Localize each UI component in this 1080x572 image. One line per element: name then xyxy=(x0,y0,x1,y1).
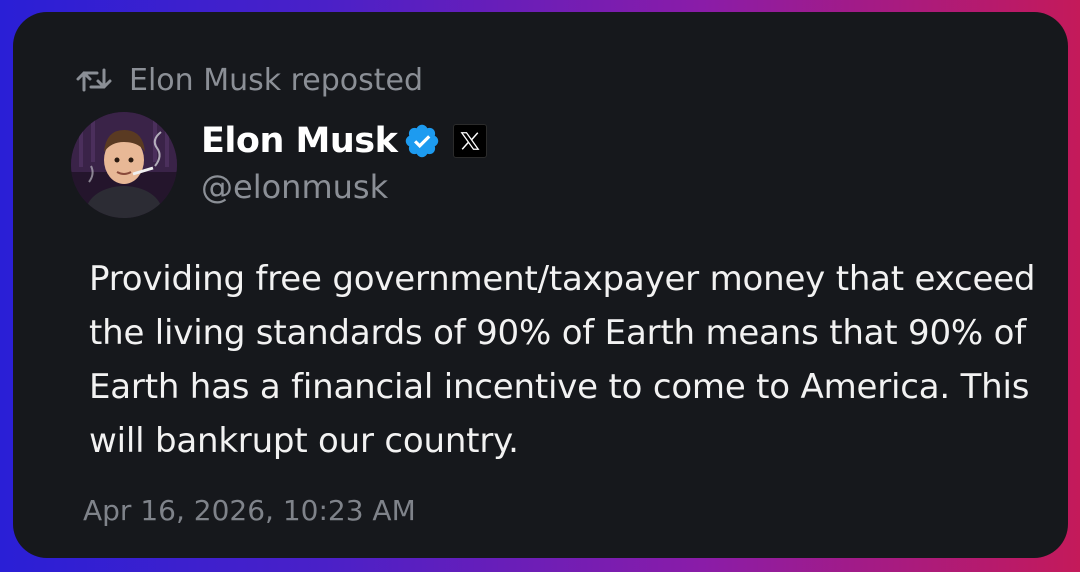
post-card[interactable]: Elon Musk reposted Elon Musk @elonmusk P… xyxy=(13,12,1068,558)
post-text: Providing free government/taxpayer money… xyxy=(89,259,1036,461)
repost-icon xyxy=(75,66,113,94)
author-handle[interactable]: @elonmusk xyxy=(201,168,388,206)
repost-indicator: Elon Musk reposted xyxy=(75,60,423,100)
avatar[interactable] xyxy=(71,112,177,218)
author-name[interactable]: Elon Musk xyxy=(201,121,398,161)
x-logo-icon xyxy=(453,124,488,158)
author-name-row: Elon Musk xyxy=(201,116,488,166)
verified-badge-icon xyxy=(403,122,441,160)
post-timestamp[interactable]: Apr 16, 2026, 10:23 AM xyxy=(83,494,416,527)
repost-label: Elon Musk reposted xyxy=(129,62,424,98)
